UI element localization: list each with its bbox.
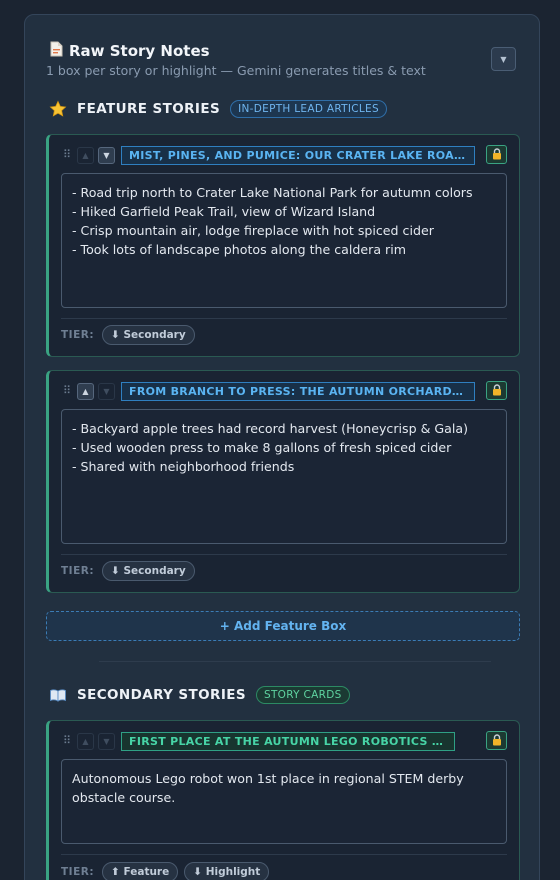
tier-label: TIER: bbox=[61, 866, 95, 878]
move-up-button[interactable]: ▲ bbox=[77, 146, 94, 164]
tier-row: TIER: ⬆ Feature ⬇ Highlight bbox=[61, 862, 270, 880]
card-divider bbox=[61, 554, 507, 555]
feature-section-header: FEATURE STORIES IN-DEPTH LEAD ARTICLES bbox=[49, 100, 387, 118]
lock-title-button[interactable] bbox=[486, 731, 507, 750]
lock-icon bbox=[492, 145, 502, 164]
tier-secondary-button[interactable]: ⬇ Secondary bbox=[102, 325, 195, 345]
secondary-section-badge: STORY CARDS bbox=[256, 686, 350, 704]
arrow-down-icon: ▼ bbox=[103, 386, 110, 396]
secondary-story-card: ⠿ ▲ ▼ FIRST PLACE AT THE AUTUMN LEGO ROB… bbox=[46, 720, 520, 880]
star-icon bbox=[49, 100, 67, 118]
story-title-field[interactable]: MIST, PINES, AND PUMICE: OUR CRATER LAKE… bbox=[121, 145, 475, 165]
tier-label: TIER: bbox=[61, 565, 95, 577]
panel-header: Raw Story Notes bbox=[49, 41, 210, 61]
arrow-down-icon: ▼ bbox=[103, 736, 110, 746]
card-divider bbox=[61, 854, 507, 855]
arrow-up-icon: ▲ bbox=[82, 736, 89, 746]
panel-title: Raw Story Notes bbox=[69, 42, 210, 60]
story-title-field[interactable]: FIRST PLACE AT THE AUTUMN LEGO ROBOTICS … bbox=[121, 731, 455, 751]
arrow-up-icon: ▲ bbox=[82, 150, 89, 160]
lock-icon bbox=[492, 381, 502, 400]
section-divider bbox=[99, 661, 491, 662]
feature-section-badge: IN-DEPTH LEAD ARTICLES bbox=[230, 100, 387, 118]
tier-label: TIER: bbox=[61, 329, 95, 341]
chevron-down-icon: ▼ bbox=[500, 54, 507, 64]
document-icon bbox=[49, 41, 63, 61]
drag-handle-icon[interactable]: ⠿ bbox=[63, 148, 73, 162]
move-down-button[interactable]: ▼ bbox=[98, 146, 115, 164]
lock-title-button[interactable] bbox=[486, 381, 507, 400]
tier-feature-button[interactable]: ⬆ Feature bbox=[102, 862, 179, 880]
collapse-panel-button[interactable]: ▼ bbox=[491, 47, 516, 71]
story-notes-textarea[interactable]: Autonomous Lego robot won 1st place in r… bbox=[61, 759, 507, 844]
move-up-button[interactable]: ▲ bbox=[77, 382, 94, 400]
card-divider bbox=[61, 318, 507, 319]
lock-title-button[interactable] bbox=[486, 145, 507, 164]
story-notes-textarea[interactable]: - Backyard apple trees had record harves… bbox=[61, 409, 507, 544]
card-toolbar: ⠿ ▲ ▼ FIRST PLACE AT THE AUTUMN LEGO ROB… bbox=[63, 731, 455, 751]
panel-subtitle: 1 box per story or highlight — Gemini ge… bbox=[46, 63, 426, 78]
tier-secondary-button[interactable]: ⬇ Secondary bbox=[102, 561, 195, 581]
tier-row: TIER: ⬇ Secondary bbox=[61, 561, 195, 581]
feature-story-card: ⠿ ▲ ▼ MIST, PINES, AND PUMICE: OUR CRATE… bbox=[46, 134, 520, 357]
add-feature-box-button[interactable]: + Add Feature Box bbox=[46, 611, 520, 641]
book-icon bbox=[49, 686, 67, 704]
secondary-section-title: SECONDARY STORIES bbox=[77, 687, 246, 703]
drag-handle-icon[interactable]: ⠿ bbox=[63, 734, 73, 748]
tier-highlight-button[interactable]: ⬇ Highlight bbox=[184, 862, 270, 880]
arrow-up-icon: ▲ bbox=[82, 386, 89, 396]
move-down-button[interactable]: ▼ bbox=[98, 732, 115, 750]
story-title-field[interactable]: FROM BRANCH TO PRESS: THE AUTUMN ORCHARD… bbox=[121, 381, 475, 401]
story-notes-panel: Raw Story Notes 1 box per story or highl… bbox=[24, 14, 540, 880]
feature-story-card: ⠿ ▲ ▼ FROM BRANCH TO PRESS: THE AUTUMN O… bbox=[46, 370, 520, 593]
arrow-down-icon: ▼ bbox=[103, 150, 110, 160]
story-notes-textarea[interactable]: - Road trip north to Crater Lake Nationa… bbox=[61, 173, 507, 308]
drag-handle-icon[interactable]: ⠿ bbox=[63, 384, 73, 398]
move-down-button[interactable]: ▼ bbox=[98, 382, 115, 400]
lock-icon bbox=[492, 731, 502, 750]
card-toolbar: ⠿ ▲ ▼ MIST, PINES, AND PUMICE: OUR CRATE… bbox=[63, 145, 475, 165]
move-up-button[interactable]: ▲ bbox=[77, 732, 94, 750]
tier-row: TIER: ⬇ Secondary bbox=[61, 325, 195, 345]
card-toolbar: ⠿ ▲ ▼ FROM BRANCH TO PRESS: THE AUTUMN O… bbox=[63, 381, 475, 401]
secondary-section-header: SECONDARY STORIES STORY CARDS bbox=[49, 686, 350, 704]
feature-section-title: FEATURE STORIES bbox=[77, 101, 221, 117]
